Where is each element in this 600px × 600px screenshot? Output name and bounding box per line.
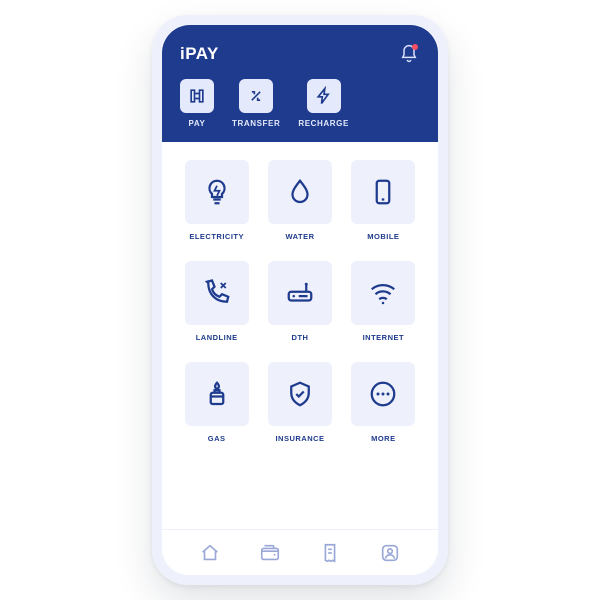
tile-icon-box [351, 362, 415, 426]
tile-label: INTERNET [363, 333, 405, 342]
phone-icon [202, 278, 232, 308]
home-icon [199, 542, 221, 564]
tile-landline[interactable]: LANDLINE [182, 261, 251, 352]
category-grid: ELECTRICITY WATER [182, 160, 418, 453]
shield-icon [285, 379, 315, 409]
tile-dth[interactable]: DTH [265, 261, 334, 352]
pay-icon [187, 86, 207, 106]
transfer-label: TRANSFER [232, 119, 280, 128]
screen: iPAY PAY [162, 25, 438, 575]
nav-profile[interactable] [377, 540, 403, 566]
tile-label: MOBILE [367, 232, 399, 241]
tile-label: INSURANCE [275, 434, 324, 443]
router-icon [284, 278, 316, 308]
tile-water[interactable]: WATER [265, 160, 334, 251]
wallet-icon [258, 542, 282, 564]
lightning-icon [314, 86, 334, 106]
tile-label: GAS [208, 434, 226, 443]
tile-internet[interactable]: INTERNET [349, 261, 418, 352]
tile-icon-box [185, 362, 249, 426]
pay-action[interactable]: PAY [180, 79, 214, 128]
tile-electricity[interactable]: ELECTRICITY [182, 160, 251, 251]
recharge-action[interactable]: RECHARGE [298, 79, 349, 128]
pay-icon-box [180, 79, 214, 113]
app-title: iPAY [180, 44, 219, 64]
tile-icon-box [268, 160, 332, 224]
tile-insurance[interactable]: INSURANCE [265, 362, 334, 453]
tile-icon-box [268, 261, 332, 325]
phone-frame: iPAY PAY [152, 15, 448, 585]
more-icon [368, 379, 398, 409]
gas-icon [202, 379, 232, 409]
tile-label: MORE [371, 434, 396, 443]
tile-label: LANDLINE [196, 333, 238, 342]
header-top-row: iPAY [180, 43, 420, 65]
transfer-icon [246, 86, 266, 106]
notification-button[interactable] [398, 43, 420, 65]
recharge-label: RECHARGE [298, 119, 349, 128]
tile-icon-box [185, 261, 249, 325]
tile-label: DTH [292, 333, 309, 342]
nav-receipt[interactable] [317, 540, 343, 566]
wifi-icon [368, 278, 398, 308]
tile-gas[interactable]: GAS [182, 362, 251, 453]
bulb-icon [202, 177, 232, 207]
tile-icon-box [351, 160, 415, 224]
header-actions: PAY TRANSFER RECHA [180, 79, 420, 128]
recharge-icon-box [307, 79, 341, 113]
tile-icon-box [185, 160, 249, 224]
tile-mobile[interactable]: MOBILE [349, 160, 418, 251]
mobile-icon [368, 177, 398, 207]
bottom-nav [162, 529, 438, 575]
tile-more[interactable]: MORE [349, 362, 418, 453]
transfer-icon-box [239, 79, 273, 113]
drop-icon [285, 177, 315, 207]
category-grid-area: ELECTRICITY WATER [162, 142, 438, 529]
tile-icon-box [268, 362, 332, 426]
transfer-action[interactable]: TRANSFER [232, 79, 280, 128]
nav-home[interactable] [197, 540, 223, 566]
tile-label: ELECTRICITY [189, 232, 244, 241]
notification-dot [412, 44, 418, 50]
app-header: iPAY PAY [162, 25, 438, 142]
nav-wallet[interactable] [257, 540, 283, 566]
profile-icon [379, 542, 401, 564]
pay-label: PAY [189, 119, 206, 128]
receipt-icon [319, 542, 341, 564]
tile-icon-box [351, 261, 415, 325]
tile-label: WATER [285, 232, 314, 241]
